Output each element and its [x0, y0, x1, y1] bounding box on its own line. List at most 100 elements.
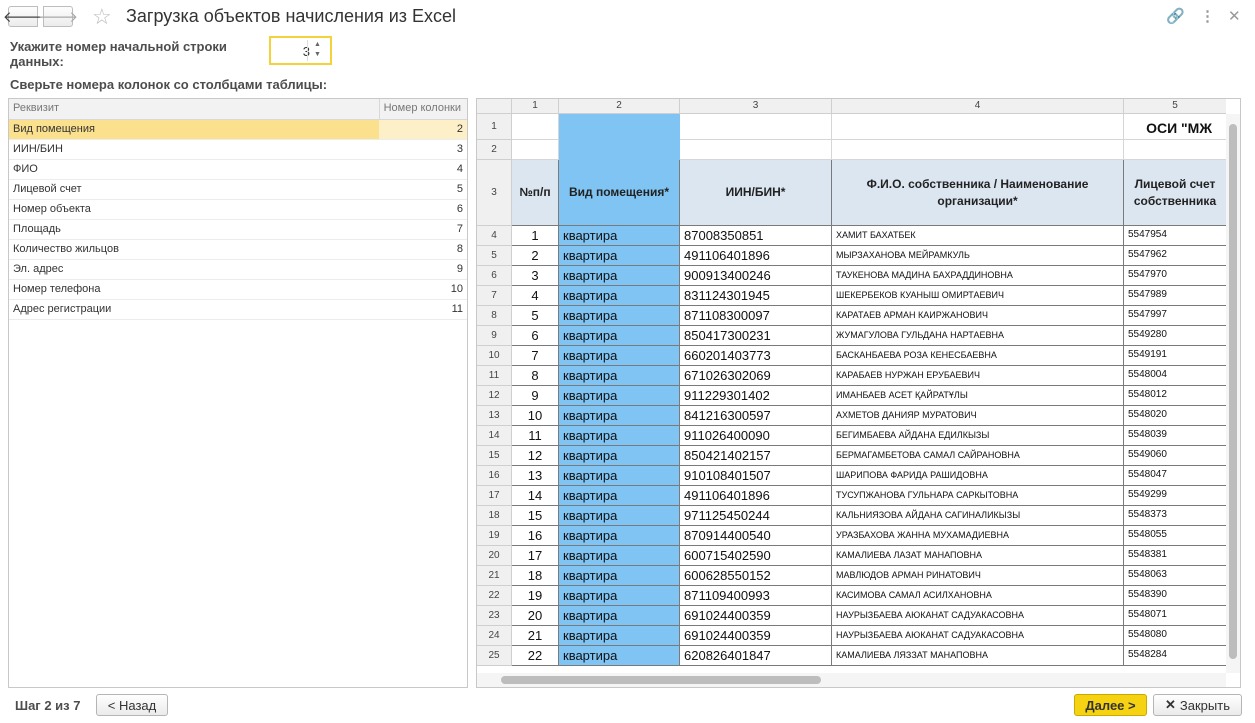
close-icon[interactable]: ✕: [1228, 7, 1241, 25]
spreadsheet-preview[interactable]: 1 2 3 4 5 1 2 3 ОСИ "МЖ №п/п Вид помещения* ИИН/БИН…: [476, 98, 1241, 688]
row-header[interactable]: 21: [477, 566, 512, 586]
spin-up-icon[interactable]: ▲: [308, 40, 327, 50]
cell-owner-name[interactable]: АХМЕТОВ ДАНИЯР МУРАТОВИЧ: [832, 406, 1124, 426]
cell-account[interactable]: 5549191: [1124, 346, 1226, 366]
cell-number[interactable]: 15: [512, 506, 559, 526]
cell-premises-type[interactable]: квартира: [559, 546, 680, 566]
cell-number[interactable]: 8: [512, 366, 559, 386]
cell-iin[interactable]: 871108300097: [680, 306, 832, 326]
cell-number[interactable]: 6: [512, 326, 559, 346]
cell-owner-name[interactable]: НАУРЫЗБАЕВА АЮКАНАТ САДУАКАСОВНА: [832, 626, 1124, 646]
cell-owner-name[interactable]: БАСКАНБАЕВА РОЗА КЕНЕСБАЕВНА: [832, 346, 1124, 366]
cell-iin[interactable]: 491106401896: [680, 246, 832, 266]
column-header[interactable]: 3: [680, 99, 832, 114]
cell-account[interactable]: 5548012: [1124, 386, 1226, 406]
cell-number[interactable]: 9: [512, 386, 559, 406]
mapping-row[interactable]: Эл. адрес 9: [9, 260, 467, 280]
cell-number[interactable]: 4: [512, 286, 559, 306]
cell-account[interactable]: 5548080: [1124, 626, 1226, 646]
cell-account[interactable]: 5547962: [1124, 246, 1226, 266]
table-header-cell[interactable]: Ф.И.О. собственника / Наименование орган…: [832, 160, 1124, 226]
sheet-cell[interactable]: [559, 114, 680, 160]
sheet-cell[interactable]: [1124, 140, 1226, 160]
mapping-row[interactable]: Номер объекта 6: [9, 200, 467, 220]
cell-account[interactable]: 5548055: [1124, 526, 1226, 546]
cell-account[interactable]: 5547989: [1124, 286, 1226, 306]
horizontal-scrollbar[interactable]: [477, 673, 1226, 687]
cell-number[interactable]: 3: [512, 266, 559, 286]
cell-iin[interactable]: 831124301945: [680, 286, 832, 306]
mapping-column-number[interactable]: 6: [457, 203, 463, 215]
cell-premises-type[interactable]: квартира: [559, 226, 680, 246]
forward-button[interactable]: 🡒: [38, 6, 78, 27]
mapping-column-number[interactable]: 2: [457, 123, 463, 135]
sheet-cell[interactable]: [832, 114, 1124, 140]
cell-premises-type[interactable]: квартира: [559, 326, 680, 346]
sheet-cell[interactable]: [832, 140, 1124, 160]
cell-premises-type[interactable]: квартира: [559, 246, 680, 266]
cell-iin[interactable]: 600628550152: [680, 566, 832, 586]
sheet-cell[interactable]: [680, 114, 832, 140]
row-header[interactable]: 20: [477, 546, 512, 566]
mapping-column-number[interactable]: 4: [457, 163, 463, 175]
cell-premises-type[interactable]: квартира: [559, 526, 680, 546]
row-header[interactable]: 16: [477, 466, 512, 486]
cell-premises-type[interactable]: квартира: [559, 466, 680, 486]
cell-owner-name[interactable]: ТУСУПЖАНОВА ГУЛЬНАРА САРКЫТОВНА: [832, 486, 1124, 506]
cell-premises-type[interactable]: квартира: [559, 606, 680, 626]
back-button[interactable]: 🡐: [3, 6, 43, 27]
cell-iin[interactable]: 600715402590: [680, 546, 832, 566]
mapping-row[interactable]: Лицевой счет 5: [9, 180, 467, 200]
mapping-column-number[interactable]: 11: [452, 303, 463, 315]
row-header[interactable]: 24: [477, 626, 512, 646]
cell-account[interactable]: 5548373: [1124, 506, 1226, 526]
cell-number[interactable]: 14: [512, 486, 559, 506]
cell-iin[interactable]: 911026400090: [680, 426, 832, 446]
cell-owner-name[interactable]: БЕРМАГАМБЕТОВА САМАЛ САЙРАНОВНА: [832, 446, 1124, 466]
mapping-column-number[interactable]: 5: [457, 183, 463, 195]
sheet-cell[interactable]: [680, 140, 832, 160]
row-header[interactable]: 22: [477, 586, 512, 606]
cell-number[interactable]: 11: [512, 426, 559, 446]
cell-account[interactable]: 5549299: [1124, 486, 1226, 506]
cell-iin[interactable]: 850421402157: [680, 446, 832, 466]
cell-owner-name[interactable]: ТАУКЕНОВА МАДИНА БАХРАДДИНОВНА: [832, 266, 1124, 286]
spin-down-icon[interactable]: ▼: [308, 50, 327, 60]
favorite-star-icon[interactable]: ☆: [92, 4, 112, 30]
cell-iin[interactable]: 910108401507: [680, 466, 832, 486]
cell-iin[interactable]: 671026302069: [680, 366, 832, 386]
cell-owner-name[interactable]: КАСИМОВА САМАЛ АСИЛХАНОВНА: [832, 586, 1124, 606]
mapping-row[interactable]: Номер телефона 10: [9, 280, 467, 300]
cell-premises-type[interactable]: квартира: [559, 306, 680, 326]
cell-owner-name[interactable]: ЖУМАГУЛОВА ГУЛЬДАНА НАРТАЕВНА: [832, 326, 1124, 346]
cell-iin[interactable]: 691024400359: [680, 626, 832, 646]
mapping-column-number[interactable]: 7: [457, 223, 463, 235]
cell-number[interactable]: 5: [512, 306, 559, 326]
cell-number[interactable]: 13: [512, 466, 559, 486]
cell-number[interactable]: 1: [512, 226, 559, 246]
cell-owner-name[interactable]: МЫРЗАХАНОВА МЕЙРАМКУЛЬ: [832, 246, 1124, 266]
cell-iin[interactable]: 911229301402: [680, 386, 832, 406]
cell-account[interactable]: 5549280: [1124, 326, 1226, 346]
cell-account[interactable]: 5548004: [1124, 366, 1226, 386]
row-header[interactable]: 11: [477, 366, 512, 386]
cell-owner-name[interactable]: КАМАЛИЕВА ЛЯЗЗАТ МАНАПОВНА: [832, 646, 1124, 666]
mapping-row[interactable]: Количество жильцов 8: [9, 240, 467, 260]
row-header[interactable]: 12: [477, 386, 512, 406]
cell-premises-type[interactable]: квартира: [559, 646, 680, 666]
cell-iin[interactable]: 87008350851: [680, 226, 832, 246]
cell-iin[interactable]: 660201403773: [680, 346, 832, 366]
cell-account[interactable]: 5547970: [1124, 266, 1226, 286]
cell-account[interactable]: 5548071: [1124, 606, 1226, 626]
row-header[interactable]: 13: [477, 406, 512, 426]
cell-account[interactable]: 5548284: [1124, 646, 1226, 666]
row-header[interactable]: 18: [477, 506, 512, 526]
row-header[interactable]: 7: [477, 286, 512, 306]
sheet-cell[interactable]: [512, 114, 559, 140]
table-header-cell[interactable]: ИИН/БИН*: [680, 160, 832, 226]
cell-owner-name[interactable]: КАРАБАЕВ НУРЖАН ЕРУБАЕВИЧ: [832, 366, 1124, 386]
cell-iin[interactable]: 620826401847: [680, 646, 832, 666]
table-header-cell[interactable]: Вид помещения*: [559, 160, 680, 226]
cell-premises-type[interactable]: квартира: [559, 506, 680, 526]
row-header[interactable]: 25: [477, 646, 512, 666]
